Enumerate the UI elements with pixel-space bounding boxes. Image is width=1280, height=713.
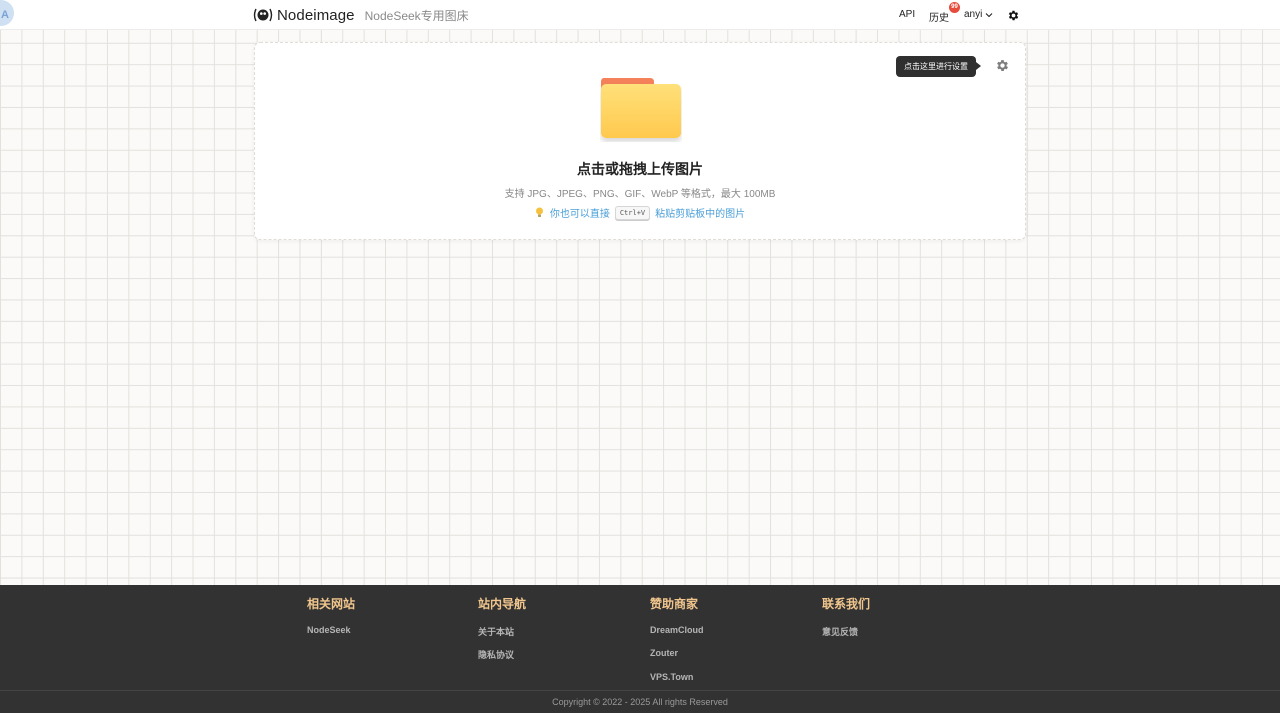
logo-eye-icon <box>253 8 273 22</box>
folder-icon <box>601 78 681 138</box>
footer-heading: 赞助商家 <box>650 597 699 611</box>
footer-heading: 站内导航 <box>478 597 527 611</box>
user-name: anyi <box>964 9 983 20</box>
copyright-text: Copyright © 2022 - 2025 All rights Reser… <box>552 697 728 707</box>
user-menu[interactable]: anyi <box>964 9 993 20</box>
site-footer: 相关网站 NodeSeek 站内导航 关于本站 隐私协议 赞助商家 DreamC… <box>0 585 1280 713</box>
upload-title: 点击或拖拽上传图片 <box>577 161 703 177</box>
footer-link-about[interactable]: 关于本站 <box>478 625 514 638</box>
footer-link-privacy[interactable]: 隐私协议 <box>478 648 514 661</box>
settings-gear-icon[interactable] <box>995 58 1010 73</box>
footer-link-zouter[interactable]: Zouter <box>650 648 678 658</box>
paste-hint: 你也可以直接 Ctrl+V 粘贴剪贴板中的图片 <box>255 205 1025 220</box>
chevron-down-icon <box>985 12 993 17</box>
paste-hint-prefix: 你也可以直接 <box>549 209 610 220</box>
logo-text: Nodeimage <box>277 6 355 24</box>
upload-format-description: 支持 JPG、JPEG、PNG、GIF、WebP 等格式，最大 100MB <box>504 189 776 200</box>
shortcut-key: Ctrl+V <box>614 205 651 220</box>
footer-link-nodeseek[interactable]: NodeSeek <box>307 625 351 635</box>
top-header: A Nodeimage NodeSeek专用图床 API 历史 99 anyi <box>0 0 1280 30</box>
upload-dropzone[interactable]: 点击或拖拽上传图片 支持 JPG、JPEG、PNG、GIF、WebP 等格式，最… <box>254 42 1026 240</box>
logo[interactable]: Nodeimage NodeSeek专用图床 <box>253 6 469 24</box>
gear-icon[interactable] <box>1007 9 1020 22</box>
nav-api-link[interactable]: API <box>899 9 915 20</box>
corner-avatar[interactable]: A <box>0 0 14 26</box>
logo-subtitle: NodeSeek专用图床 <box>364 8 469 23</box>
footer-link-feedback[interactable]: 意见反馈 <box>822 625 858 638</box>
footer-link-dreamcloud[interactable]: DreamCloud <box>650 625 704 635</box>
footer-heading: 联系我们 <box>822 597 871 611</box>
paste-hint-suffix: 粘贴剪贴板中的图片 <box>655 209 746 220</box>
nav-history-link[interactable]: 历史 <box>929 9 949 24</box>
footer-link-vpstown[interactable]: VPS.Town <box>650 672 693 682</box>
settings-tooltip: 点击这里进行设置 <box>896 56 981 77</box>
lightbulb-icon <box>535 207 543 217</box>
footer-divider <box>0 690 1280 691</box>
footer-heading: 相关网站 <box>307 597 356 611</box>
history-count-badge: 99 <box>949 2 960 13</box>
